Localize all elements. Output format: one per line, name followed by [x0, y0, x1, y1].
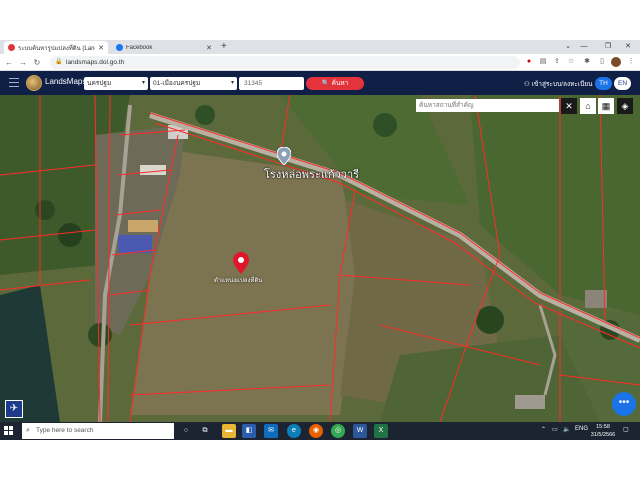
minimize-icon[interactable]: — — [576, 40, 592, 54]
side-panel-icon[interactable]: ▯ — [597, 57, 607, 67]
parcel-location-pin-icon[interactable] — [233, 252, 249, 274]
network-icon[interactable]: ▭ — [552, 426, 558, 433]
taskbar-search-placeholder: Type here to search — [36, 427, 94, 434]
reload-icon[interactable]: ↻ — [32, 56, 42, 69]
district-select[interactable]: 01-เมืองนครปฐม ▾ — [150, 77, 237, 90]
chevron-down-icon: ▾ — [141, 80, 145, 86]
restore-icon[interactable]: ❐ — [600, 40, 616, 54]
extensions-puzzle-icon[interactable]: ✱ — [582, 57, 592, 67]
poi-marker-icon[interactable] — [277, 147, 291, 165]
dol-logo — [26, 75, 42, 91]
cortana-circle-icon[interactable]: ○ — [179, 424, 193, 438]
top-margin — [0, 0, 640, 40]
forward-arrow-icon[interactable]: → — [18, 56, 28, 69]
satellite-map[interactable]: ✕ ⌂ ▦ ◈ โรงหล่อพระแก้ววารี ตำแหน่งแปลงที… — [0, 95, 640, 422]
home-icon[interactable]: ⌂ — [580, 98, 596, 114]
search-button-label: ค้นหา — [331, 80, 349, 87]
parcel-label: ตำแหน่งแปลงที่ดิน — [214, 278, 263, 284]
layers-icon[interactable]: ◈ — [617, 98, 633, 114]
firefox-icon[interactable]: ◉ — [309, 424, 323, 438]
url-text: landsmaps.dol.go.th — [66, 59, 125, 66]
parcel-number-input[interactable] — [239, 77, 304, 90]
back-arrow-icon[interactable]: ← — [4, 56, 14, 69]
close-icon[interactable]: ✕ — [206, 44, 212, 52]
new-tab-plus-icon[interactable]: + — [221, 40, 227, 54]
more-options-icon[interactable]: ••• — [612, 392, 636, 416]
windows-taskbar: ⌕ Type here to search ○ ⧉ ▬ ◧ ✉ e ◉ ◎ W … — [0, 422, 640, 440]
clock-time: 15:58 — [596, 424, 610, 430]
login-link[interactable]: ⚇ เข้าสู่ระบบ/ลงทะเบียน — [524, 79, 593, 89]
login-label: เข้าสู่ระบบ/ลงทะเบียน — [531, 81, 593, 88]
app-header: LandsMaps นครปฐม ▾ 01-เมืองนครปฐม ▾ 🔍 ค้… — [0, 71, 640, 95]
district-value: 01-เมืองนครปฐม — [153, 80, 201, 87]
browser-tab-bar: ระบบค้นหารูปแปลงที่ดิน (LandsMaps) ✕ Fac… — [0, 40, 640, 54]
place-search-input[interactable] — [416, 99, 559, 112]
screen: ระบบค้นหารูปแปลงที่ดิน (LandsMaps) ✕ Fac… — [0, 0, 640, 480]
bottom-margin — [0, 440, 640, 480]
search-icon: ⌕ — [26, 427, 30, 434]
clear-search-close-icon[interactable]: ✕ — [561, 98, 577, 114]
kebab-menu-icon[interactable]: ⋮ — [626, 57, 636, 67]
word-icon[interactable]: W — [353, 424, 367, 438]
search-button[interactable]: 🔍 ค้นหา — [306, 77, 364, 90]
excel-icon[interactable]: X — [374, 424, 388, 438]
province-select[interactable]: นครปฐม ▾ — [84, 77, 148, 90]
tab-search-chevron-icon[interactable]: ⌄ — [560, 40, 576, 54]
notification-icon[interactable]: ▢ — [623, 426, 629, 433]
province-value: นครปฐม — [87, 80, 112, 87]
windows-start-icon[interactable] — [4, 426, 14, 436]
poi-label: โรงหล่อพระแก้ววารี — [264, 169, 360, 181]
grid-table-icon[interactable]: ▦ — [598, 98, 614, 114]
facebook-favicon-icon — [116, 44, 123, 51]
share-icon[interactable]: ⇪ — [552, 57, 562, 67]
tab-landsmaps[interactable]: ระบบค้นหารูปแปลงที่ดิน (LandsMaps) ✕ — [4, 41, 108, 54]
tab-facebook[interactable]: Facebook ✕ — [112, 41, 216, 54]
map-imagery — [0, 95, 640, 422]
chrome-icon[interactable]: ◎ — [331, 424, 345, 438]
input-language[interactable]: ENG — [575, 426, 588, 432]
lang-en-button[interactable]: EN — [614, 77, 631, 90]
user-icon: ⚇ — [524, 81, 532, 88]
bookmark-star-icon[interactable]: ☆ — [566, 57, 576, 67]
tray-chevron-up-icon[interactable]: ⌃ — [541, 426, 546, 433]
profile-avatar[interactable] — [611, 57, 621, 67]
chevron-down-icon: ▾ — [230, 80, 234, 86]
lang-th-button[interactable]: TH — [595, 77, 612, 90]
lock-icon: 🔒 — [55, 59, 63, 65]
close-window-icon[interactable]: ✕ — [620, 40, 636, 54]
map-pin-favicon-icon — [8, 44, 15, 51]
satellite-icon[interactable]: ✈ — [5, 400, 23, 418]
edge-icon[interactable]: e — [287, 424, 301, 438]
clock-date: 31/5/2566 — [590, 432, 616, 438]
close-icon[interactable]: ✕ — [98, 44, 104, 52]
app-name: LandsMaps — [45, 77, 87, 86]
address-bar: ← → ↻ 🔒 landsmaps.dol.go.th ● ▤ ⇪ ☆ ✱ ▯ … — [0, 54, 640, 71]
hamburger-menu-icon[interactable] — [9, 78, 19, 88]
url-field[interactable]: 🔒 landsmaps.dol.go.th — [50, 56, 520, 69]
system-clock[interactable]: 15:58 31/5/2566 — [589, 423, 617, 439]
taskbar-search-box[interactable]: ⌕ Type here to search — [22, 423, 174, 439]
store-icon[interactable]: ◧ — [242, 424, 256, 438]
volume-icon[interactable]: 🔈 — [563, 426, 570, 433]
tab-title: Facebook — [126, 44, 153, 51]
translate-icon[interactable]: ▤ — [538, 57, 548, 67]
task-view-icon[interactable]: ⧉ — [198, 424, 212, 438]
location-icon[interactable]: ● — [524, 57, 534, 67]
search-icon: 🔍 — [321, 80, 330, 87]
tab-title: ระบบค้นหารูปแปลงที่ดิน (LandsMaps) — [18, 45, 95, 52]
file-explorer-icon[interactable]: ▬ — [222, 424, 236, 438]
mail-icon[interactable]: ✉ — [264, 424, 278, 438]
